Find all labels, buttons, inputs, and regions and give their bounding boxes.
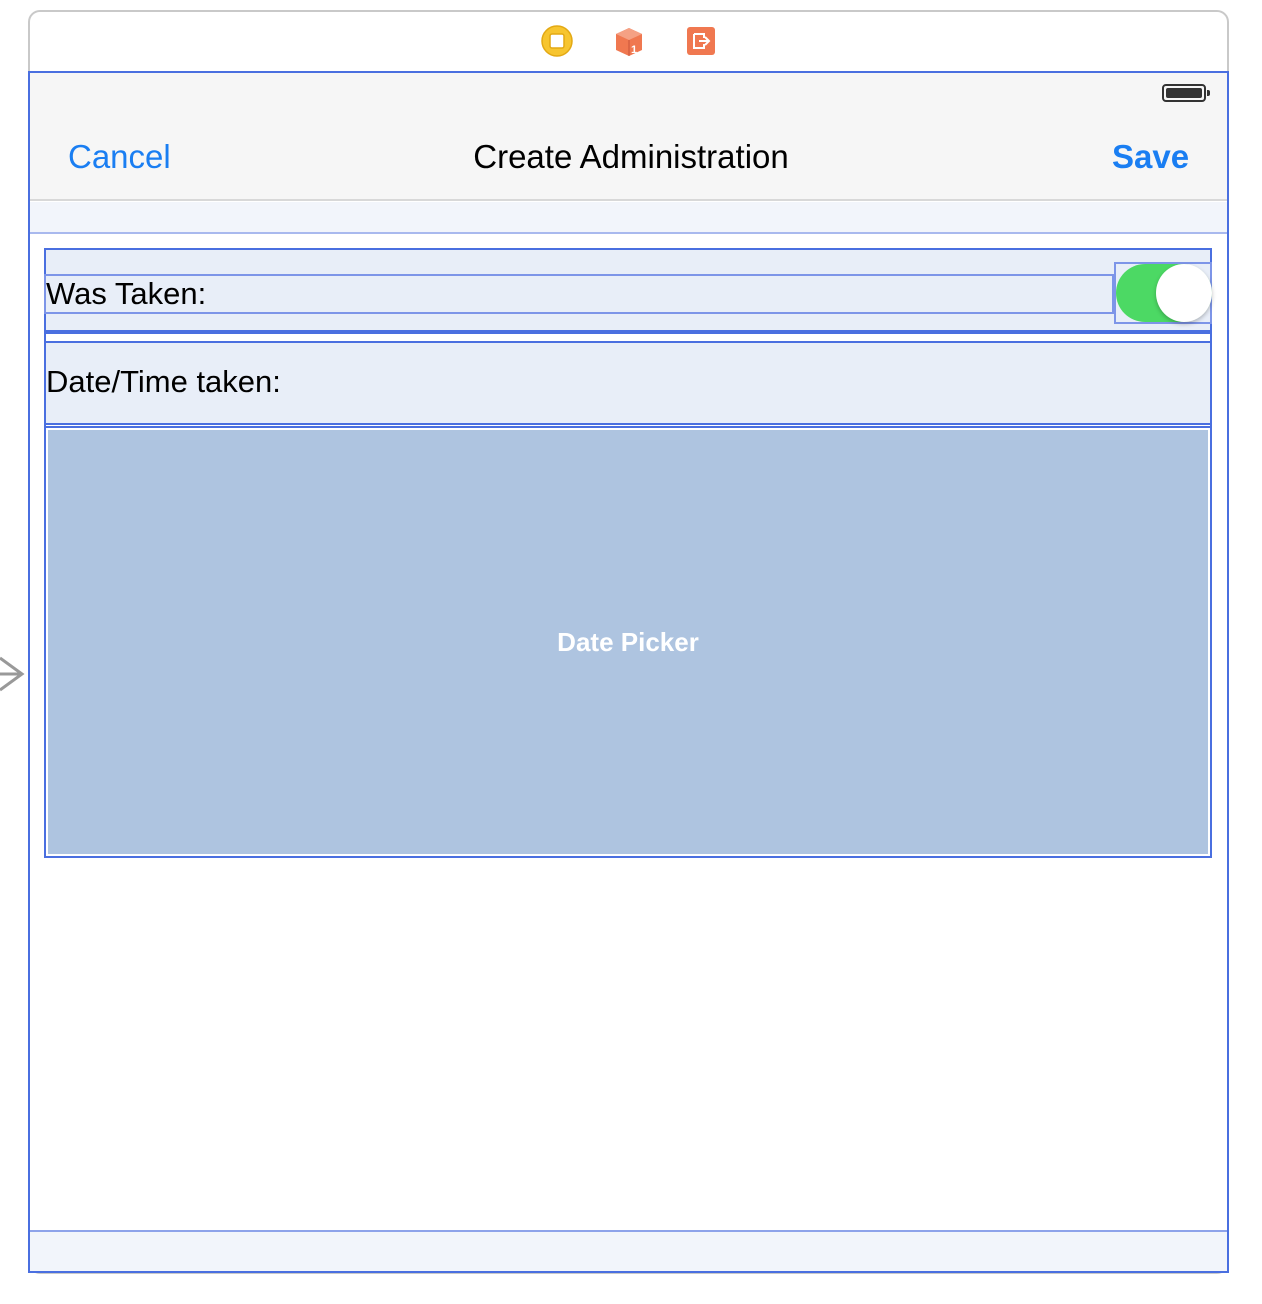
table-header-strip: [30, 202, 1227, 234]
date-picker-placeholder: Date Picker: [557, 626, 699, 657]
save-button[interactable]: Save: [1112, 137, 1189, 177]
view-controller-icon[interactable]: [540, 25, 573, 57]
navigation-title: Create Administration: [473, 138, 789, 175]
was-taken-switch[interactable]: [1116, 264, 1212, 322]
first-responder-badge: 1: [631, 44, 637, 56]
exit-icon[interactable]: [685, 25, 717, 57]
date-time-taken-label: Date/Time taken:: [46, 364, 281, 399]
scene-dock: 1: [30, 12, 1227, 70]
date-picker[interactable]: Date Picker: [44, 426, 1212, 858]
first-responder-icon[interactable]: 1: [613, 25, 645, 57]
switch-knob[interactable]: [1156, 264, 1212, 322]
was-taken-label: Was Taken:: [46, 276, 207, 311]
entry-arrow-icon: [0, 656, 25, 692]
battery-icon: [1162, 84, 1210, 102]
toolbar-footer-strip: [30, 1230, 1227, 1271]
